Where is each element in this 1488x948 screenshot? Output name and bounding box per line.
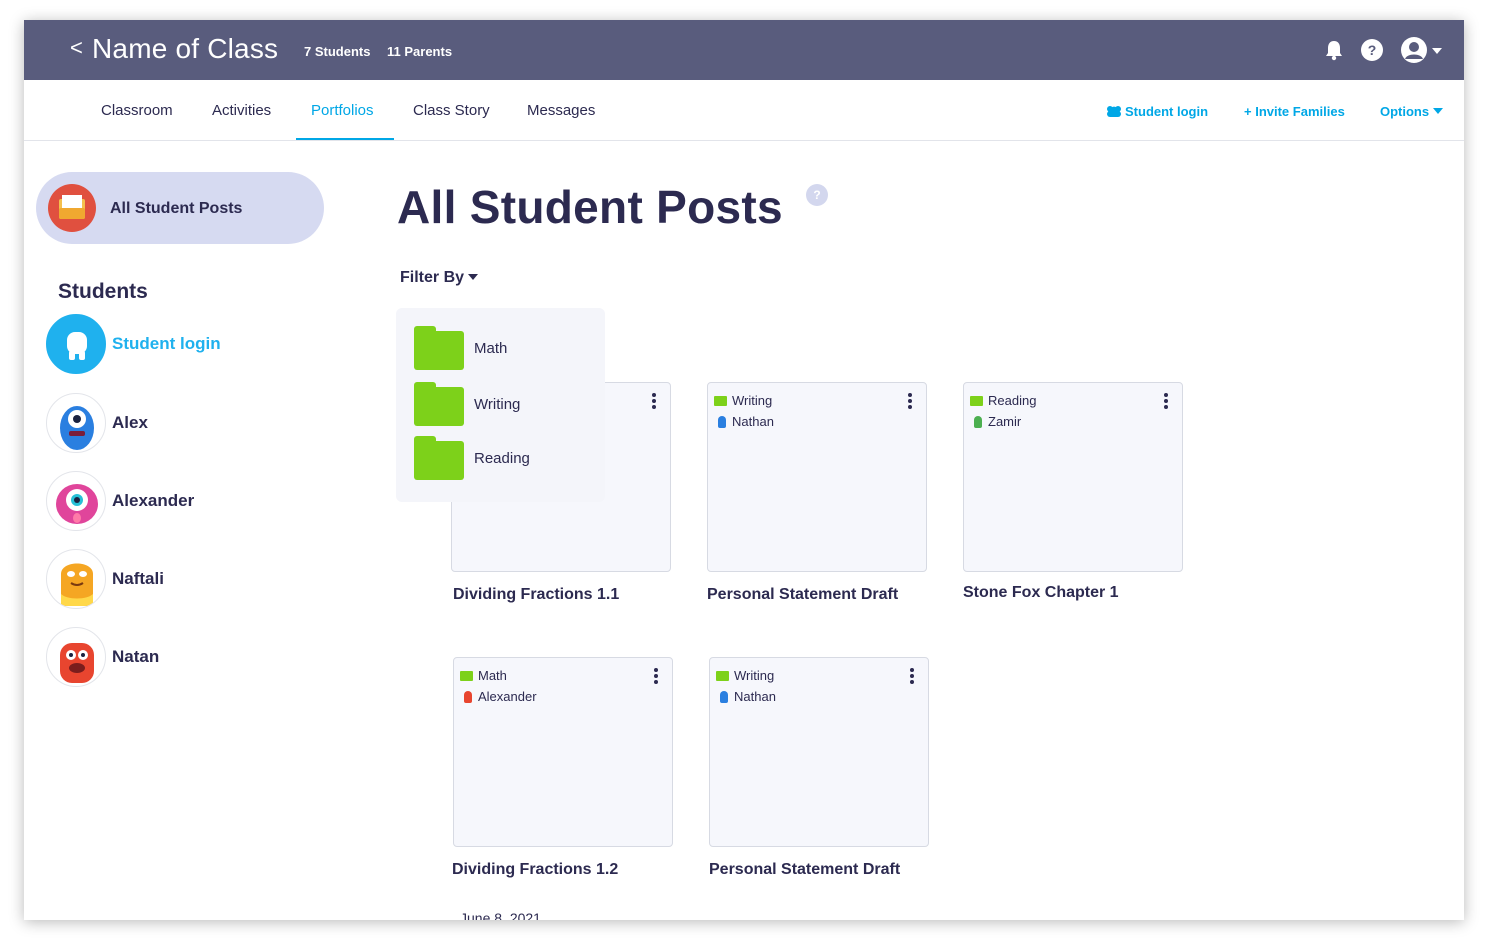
app-window: < Name of Class 7 Students 11 Parents ? … [24, 20, 1464, 920]
more-options-icon[interactable] [904, 393, 916, 411]
account-avatar-icon[interactable] [1400, 36, 1446, 64]
tab-activities[interactable]: Activities [212, 102, 271, 119]
student-avatar-icon [720, 690, 728, 703]
invite-families-link[interactable]: + Invite Families [1244, 104, 1345, 119]
more-options-icon[interactable] [648, 393, 660, 411]
post-folder-tag: Reading [970, 393, 1036, 408]
student-login-icon [46, 314, 106, 374]
student-name: Naftali [112, 569, 164, 588]
post-card[interactable]: Writing Nathan [709, 657, 929, 847]
tab-portfolios[interactable]: Portfolios [311, 102, 374, 119]
post-title[interactable]: Stone Fox Chapter 1 [963, 582, 1203, 604]
student-login-item[interactable]: Student login [46, 314, 326, 374]
students-count[interactable]: 7 Students [304, 44, 370, 59]
post-student-tag: Nathan [716, 689, 776, 704]
caret-down-icon [1432, 108, 1443, 114]
folder-icon [716, 670, 729, 681]
folder-icon [414, 382, 464, 426]
caret-down-icon [468, 274, 479, 280]
post-folder-tag: Math [460, 668, 507, 683]
bell-icon[interactable] [1323, 39, 1345, 61]
student-name: Zamir [988, 414, 1022, 429]
student-name: Nathan [732, 414, 774, 429]
tab-class-story[interactable]: Class Story [413, 102, 490, 119]
folder-icon [414, 326, 464, 370]
monster-avatar-icon [46, 393, 106, 453]
monster-avatar-icon [46, 471, 106, 531]
folder-name: Reading [988, 393, 1037, 408]
student-item-natan[interactable]: Natan [46, 627, 326, 687]
folder-name: Writing [732, 393, 773, 408]
filter-option-reading[interactable]: Reading [414, 436, 594, 480]
filter-option-label: Reading [474, 450, 530, 467]
post-title[interactable]: Dividing Fractions 1.2 [452, 859, 682, 881]
student-name: Natan [112, 647, 160, 666]
more-options-icon[interactable] [906, 668, 918, 686]
student-name: Alex [112, 413, 148, 432]
filter-option-math[interactable]: Math [414, 326, 594, 370]
filter-option-writing[interactable]: Writing [414, 382, 594, 426]
folder-icon [970, 395, 983, 406]
student-item-alex[interactable]: Alex [46, 393, 326, 453]
tab-classroom[interactable]: Classroom [101, 102, 173, 119]
filter-option-label: Math [474, 340, 508, 357]
help-button[interactable]: ? [1361, 39, 1383, 61]
student-name: Nathan [734, 689, 776, 704]
student-login-label: Student login [112, 334, 221, 353]
more-options-icon[interactable] [1160, 393, 1172, 411]
post-folder-tag: Writing [716, 668, 774, 683]
student-avatar-icon [718, 415, 726, 428]
post-student-tag: Nathan [714, 414, 774, 429]
all-student-posts-label: All Student Posts [110, 200, 243, 217]
post-card[interactable]: Math Alexander [453, 657, 673, 847]
folder-name: Math [478, 668, 507, 683]
student-avatar-icon [974, 415, 982, 428]
folder-icon [460, 670, 473, 681]
post-student-tag: Zamir [970, 414, 1021, 429]
student-avatar-icon [464, 690, 472, 703]
parents-count[interactable]: 11 Parents [387, 44, 452, 59]
folder-name: Writing [734, 668, 775, 683]
options-label: Options [1380, 104, 1430, 119]
back-chevron-icon[interactable]: < [70, 35, 83, 61]
tab-messages[interactable]: Messages [527, 102, 595, 119]
active-tab-indicator [296, 138, 394, 140]
post-date: June 8, 2021 [460, 910, 541, 920]
monster-avatar-icon [46, 627, 106, 687]
student-login-link[interactable]: Student login [1105, 104, 1208, 119]
post-folder-tag: Writing [714, 393, 772, 408]
post-card[interactable]: Writing Nathan [707, 382, 927, 572]
options-menu[interactable]: Options [1380, 104, 1443, 119]
post-student-tag: Alexander [460, 689, 537, 704]
page-title: All Student Posts [397, 181, 783, 233]
student-name: Alexander [478, 689, 537, 704]
students-group-icon [1107, 106, 1121, 117]
filter-dropdown-menu: Math Writing Reading [396, 308, 605, 502]
post-card[interactable]: Reading Zamir [963, 382, 1183, 572]
folder-icon [414, 436, 464, 480]
more-options-icon[interactable] [650, 668, 662, 686]
monster-avatar-icon [46, 549, 106, 609]
students-heading: Students [58, 280, 148, 303]
class-header: < Name of Class 7 Students 11 Parents ? [24, 20, 1464, 80]
filter-by-dropdown[interactable]: Filter By [400, 269, 479, 287]
student-name: Alexander [112, 491, 195, 510]
student-item-naftali[interactable]: Naftali [46, 549, 326, 609]
class-title: Name of Class [92, 33, 279, 64]
student-item-alexander[interactable]: Alexander [46, 471, 326, 531]
folder-icon [714, 395, 727, 406]
post-title[interactable]: Personal Statement Draft [709, 859, 909, 881]
post-title[interactable]: Dividing Fractions 1.1 [453, 584, 683, 606]
student-login-label: Student login [1125, 104, 1209, 119]
post-title[interactable]: Personal Statement Draft [707, 584, 907, 606]
title-help-icon[interactable]: ? [806, 184, 828, 206]
nav-tabs: Classroom Activities Portfolios Class St… [24, 80, 1464, 141]
mailbox-icon [48, 184, 96, 232]
all-student-posts-item[interactable]: All Student Posts [36, 172, 324, 244]
filter-option-label: Writing [474, 396, 521, 413]
filter-by-label: Filter By [400, 269, 465, 286]
